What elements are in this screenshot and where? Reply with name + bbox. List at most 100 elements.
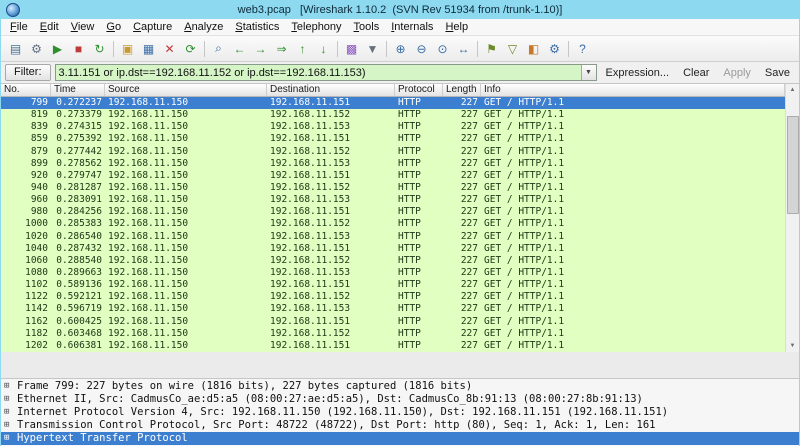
reload-icon[interactable]: ⟳ [180,38,201,59]
column-header-protocol[interactable]: Protocol [395,84,443,96]
go-back-icon[interactable]: ← [229,38,250,59]
capture-options-icon[interactable]: ⚙ [26,38,47,59]
capture-start-icon[interactable]: ▶ [47,38,68,59]
expander-icon[interactable]: ⊞ [4,432,17,445]
expander-icon[interactable]: ⊞ [4,393,17,406]
expander-icon[interactable]: ⊞ [4,406,17,419]
menu-item-help[interactable]: Help [439,21,474,33]
find-packet-icon[interactable]: ⌕ [208,38,229,59]
packet-row[interactable]: 1182 0.603468 192.168.11.150 192.168.11.152… [1,327,785,340]
menu-item-analyze[interactable]: Analyze [178,21,229,33]
packet-row[interactable]: 1142 0.596719 192.168.11.150 192.168.11.153… [1,303,785,316]
filter-dropdown-icon[interactable]: ▼ [580,65,596,80]
packet-row[interactable]: 1122 0.592121 192.168.11.150 192.168.11.152… [1,291,785,304]
clear-button[interactable]: Clear [678,67,714,79]
menu-item-go[interactable]: Go [100,21,127,33]
expression-button[interactable]: Expression... [601,67,675,79]
expander-icon[interactable]: ⊞ [4,380,17,393]
fit-columns-icon[interactable]: ↔ [453,38,474,59]
detail-line[interactable]: ⊞ Transmission Control Protocol, Src Port… [1,419,799,432]
packet-list-scrollbar[interactable]: ▲ ▼ [785,84,799,352]
column-header-time[interactable]: Time [51,84,105,96]
packet-row[interactable]: 920 0.279747 192.168.11.150 192.168.11.151 H… [1,169,785,182]
column-header-source[interactable]: Source [105,84,267,96]
go-forward-icon[interactable]: → [250,38,271,59]
packet-row[interactable]: 980 0.284256 192.168.11.150 192.168.11.151 H… [1,206,785,219]
packet-row[interactable]: 1040 0.287432 192.168.11.150 192.168.11.151… [1,242,785,255]
preferences-icon[interactable]: ⚙ [544,38,565,59]
column-header-destination[interactable]: Destination [267,84,395,96]
zoom-out-icon[interactable]: ⊖ [411,38,432,59]
apply-button[interactable]: Apply [718,67,756,79]
column-header-no[interactable]: No. [1,84,51,96]
packet-cell: 192.168.11.150 [108,109,189,121]
packet-row[interactable]: 879 0.277442 192.168.11.150 192.168.11.152 H… [1,145,785,158]
capture-restart-icon[interactable]: ↻ [89,38,110,59]
packet-cell: 0.278562 [56,157,102,169]
packet-cell: 192.168.11.150 [108,339,189,351]
scroll-down-icon[interactable]: ▼ [786,340,799,352]
menu-item-edit[interactable]: Edit [34,21,65,33]
help-icon[interactable]: ? [572,38,593,59]
packet-list-main: No. Time Source Destination Protocol Length In… [1,84,785,352]
packet-row[interactable]: 1000 0.285383 192.168.11.150 192.168.11.152… [1,218,785,231]
packet-row[interactable]: 819 0.273379 192.168.11.150 192.168.11.152 H… [1,109,785,122]
capture-stop-icon[interactable]: ■ [68,38,89,59]
go-first-icon[interactable]: ↑ [292,38,313,59]
packet-cell: 819 [30,109,48,121]
save-file-icon[interactable]: ▦ [138,38,159,59]
capture-filters-icon[interactable]: ⚑ [481,38,502,59]
column-header-length[interactable]: Length [443,84,481,96]
go-last-icon[interactable]: ↓ [313,38,334,59]
menu-item-internals[interactable]: Internals [385,21,439,33]
display-filters-icon[interactable]: ▽ [502,38,523,59]
filter-button[interactable]: Filter: [5,64,51,81]
packet-cell: HTTP [398,242,421,254]
open-file-icon[interactable]: ▣ [117,38,138,59]
packet-row[interactable]: 899 0.278562 192.168.11.150 192.168.11.153 H… [1,157,785,170]
save-button[interactable]: Save [760,67,795,79]
packet-row[interactable]: 960 0.283091 192.168.11.150 192.168.11.153 H… [1,194,785,207]
scroll-up-icon[interactable]: ▲ [786,84,799,96]
menu-item-tools[interactable]: Tools [348,21,386,33]
title-bar[interactable]: web3.pcap [Wireshark 1.10.2 (SVN Rev 519… [1,0,799,19]
main-toolbar: ▤ ⚙ ▶ ■ ↻ ▣ ▦ ✕ ⟳ ⌕ ← → ⇒ ↑ ↓ ▩ ▼ ⊕ ⊖ ⊙ ↔ ⚑ ▽ ◧ ⚙? [1,36,799,62]
auto-scroll-icon[interactable]: ▼ [362,38,383,59]
packet-row[interactable]: 859 0.275392 192.168.11.150 192.168.11.151 H… [1,133,785,146]
interface-list-icon[interactable]: ▤ [5,38,26,59]
packet-cell: 192.168.11.150 [108,254,189,266]
menu-item-capture[interactable]: Capture [127,21,178,33]
coloring-rules-icon[interactable]: ◧ [523,38,544,59]
packet-cell: 192.168.11.150 [108,291,189,303]
packet-row[interactable]: 1080 0.289663 192.168.11.150 192.168.11.153… [1,266,785,280]
menu-item-statistics[interactable]: Statistics [229,21,285,33]
column-header-info[interactable]: Info [481,84,785,96]
zoom-100-icon[interactable]: ⊙ [432,38,453,59]
detail-line[interactable]: ⊞ Frame 799: 227 bytes on wire (1816 bits… [1,380,799,393]
packet-row[interactable]: 799 0.272237 192.168.11.150 192.168.11.151 H… [1,97,785,110]
packet-cell: 192.168.11.152 [270,218,351,230]
menu-item-view[interactable]: View [65,21,101,33]
zoom-in-icon[interactable]: ⊕ [390,38,411,59]
packet-row[interactable]: 1162 0.600425 192.168.11.150 192.168.11.151… [1,315,785,328]
close-file-icon[interactable]: ✕ [159,38,180,59]
detail-line[interactable]: ⊞ Internet Protocol Version 4, Src: 192.1… [1,406,799,419]
expander-icon[interactable]: ⊞ [4,419,17,432]
pane-splitter[interactable] [1,352,799,379]
packet-row[interactable]: 1060 0.288540 192.168.11.150 192.168.11.152… [1,254,785,267]
go-to-packet-icon[interactable]: ⇒ [271,38,292,59]
detail-line[interactable]: ⊞ Hypertext Transfer Protocol [1,432,799,445]
packet-row[interactable]: 839 0.274315 192.168.11.150 192.168.11.153 H… [1,121,785,134]
packet-row[interactable]: 1020 0.286540 192.168.11.150 192.168.11.153… [1,230,785,243]
packet-cell: HTTP [398,291,421,303]
filter-input[interactable] [55,65,581,80]
packet-row[interactable]: 1102 0.589136 192.168.11.150 192.168.11.151… [1,279,785,292]
packet-cell: 1142 [25,303,48,315]
packet-row[interactable]: 940 0.281287 192.168.11.150 192.168.11.152 H… [1,181,785,195]
packet-row[interactable]: 1202 0.606381 192.168.11.150 192.168.11.151… [1,339,785,352]
menu-item-file[interactable]: File [4,21,34,33]
scrollbar-thumb[interactable] [787,116,799,214]
menu-item-telephony[interactable]: Telephony [285,21,347,33]
detail-line[interactable]: ⊞ Ethernet II, Src: CadmusCo_ae:d5:a5 (08… [1,393,799,406]
colorize-icon[interactable]: ▩ [341,38,362,59]
